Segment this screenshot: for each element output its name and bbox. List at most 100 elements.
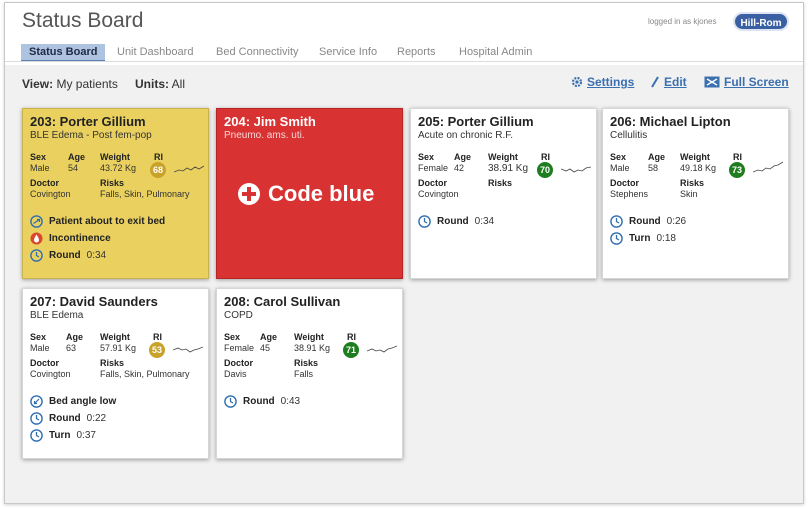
ri-label: RI (541, 152, 550, 162)
clock-icon (224, 395, 237, 408)
ri-trend-sparkline (561, 166, 591, 173)
fullscreen-label: Full Screen (724, 75, 789, 89)
patient-name: 206: Michael Lipton (610, 114, 731, 129)
risks-label: Risks (100, 178, 125, 188)
alert-label: Patient about to exit bed (49, 216, 166, 227)
tab-reports[interactable]: Reports (397, 44, 436, 60)
alert-label: Round (629, 216, 661, 227)
tab-bed-connectivity[interactable]: Bed Connectivity (216, 44, 299, 60)
alert-label: Bed angle low (49, 396, 117, 407)
age-value: 45 (260, 343, 271, 353)
alert-row[interactable]: Round 0:43 (224, 395, 300, 408)
fullscreen-link[interactable]: Full Screen (704, 75, 789, 89)
sex-value: Female (418, 163, 449, 173)
alert-label: Round (49, 250, 81, 261)
patient-card-205[interactable]: 205: Porter Gillium Acute on chronic R.F… (410, 108, 597, 279)
weight-value: 57.91 Kg (100, 343, 137, 353)
patient-card-206[interactable]: 206: Michael Lipton Cellulitis Sex Male … (602, 108, 789, 279)
patient-name: 205: Porter Gillium (418, 114, 534, 129)
units-filter-value: All (171, 77, 186, 91)
medical-cross-icon (238, 183, 260, 205)
alert-time: 0:34 (86, 250, 107, 261)
alert-row[interactable]: Round 0:26 (610, 215, 686, 228)
alert-label: Turn (629, 233, 651, 244)
clock-icon (30, 412, 43, 425)
units-filter-label: Units: (135, 77, 169, 91)
ri-trend-sparkline (174, 165, 204, 173)
risks-label: Risks (294, 358, 319, 368)
alert-row[interactable]: Patient about to exit bed (30, 215, 165, 228)
code-blue-label: Code blue (268, 181, 375, 206)
risks-value: Skin (680, 189, 698, 199)
alert-label: Round (49, 413, 81, 424)
code-blue-alert: Code blue (238, 181, 374, 207)
app-title: Status Board (22, 9, 144, 32)
edit-link[interactable]: Edit (650, 75, 687, 89)
patient-card-204[interactable]: 204: Jim Smith Pneumo. ams. uti. Code bl… (216, 108, 403, 279)
logged-in-user: logged in as kjones (648, 17, 717, 26)
alert-row[interactable]: Turn 0:18 (610, 232, 676, 245)
tab-divider (5, 61, 803, 62)
patient-name: 208: Carol Sullivan (224, 294, 341, 309)
weight-label: Weight (680, 152, 710, 162)
tab-status-board[interactable]: Status Board (21, 44, 106, 62)
patient-card-203[interactable]: 203: Porter Gillium BLE Edema - Post fem… (22, 108, 209, 279)
doctor-value: Covington (30, 369, 71, 379)
patient-diagnosis: COPD (224, 310, 253, 321)
doctor-value: Stephens (610, 189, 649, 199)
alert-label: Incontinence (49, 233, 111, 244)
brand-logo: Hill-Rom (733, 12, 789, 31)
alert-row[interactable]: Round 0:34 (30, 249, 106, 262)
ri-trend-sparkline (367, 345, 397, 353)
patient-diagnosis: BLE Edema (30, 310, 84, 321)
settings-link[interactable]: Settings (571, 75, 634, 89)
weight-value: 38.91 Kg (294, 343, 331, 353)
header: Status Board logged in as kjones Hill-Ro… (5, 3, 803, 65)
age-label: Age (454, 152, 472, 162)
patient-card-208[interactable]: 208: Carol Sullivan COPD Sex Female Age … (216, 288, 403, 459)
alert-label: Turn (49, 430, 71, 441)
alert-row[interactable]: Bed angle low (30, 395, 116, 408)
doctor-value: Covington (30, 189, 71, 199)
weight-label: Weight (294, 332, 324, 342)
alert-row[interactable]: Round 0:22 (30, 412, 106, 425)
alert-time: 0:34 (474, 216, 495, 227)
ri-label: RI (153, 332, 162, 342)
units-filter[interactable]: Units: All (135, 77, 185, 91)
patient-diagnosis: Pneumo. ams. uti. (224, 130, 305, 141)
weight-value: 38.91 Kg (488, 163, 529, 174)
patient-name: 207: David Saunders (30, 294, 158, 309)
alert-time: 0:18 (656, 233, 676, 244)
risks-label: Risks (680, 178, 705, 188)
alert-row[interactable]: Incontinence (30, 232, 111, 245)
sex-value: Male (610, 163, 630, 173)
age-value: 54 (68, 163, 79, 173)
alert-row[interactable]: Turn 0:37 (30, 429, 96, 442)
ri-label: RI (733, 152, 742, 162)
alert-row[interactable]: Round 0:34 (418, 215, 494, 228)
tab-service-info[interactable]: Service Info (319, 44, 377, 60)
weight-label: Weight (100, 332, 130, 342)
risks-value: Falls (294, 369, 314, 379)
pencil-icon (651, 76, 659, 88)
risks-label: Risks (488, 178, 513, 188)
patient-card-207[interactable]: 207: David Saunders BLE Edema Sex Male A… (22, 288, 209, 459)
weight-value: 49.18 Kg (680, 163, 717, 173)
ri-label: RI (154, 152, 163, 162)
sex-value: Male (30, 343, 50, 353)
bed-exit-icon (30, 215, 43, 228)
sex-label: Sex (418, 152, 435, 162)
alert-time: 0:37 (76, 430, 96, 441)
sex-label: Sex (610, 152, 627, 162)
ri-badge: 53 (149, 342, 165, 358)
alert-label: Round (243, 396, 275, 407)
bed-angle-icon (30, 395, 43, 408)
view-filter-value: My patients (56, 77, 118, 91)
risks-value: Falls, Skin, Pulmonary (100, 369, 190, 379)
clock-icon (610, 232, 623, 245)
tab-hospital-admin[interactable]: Hospital Admin (459, 44, 532, 60)
tab-unit-dashboard[interactable]: Unit Dashboard (117, 44, 193, 60)
sex-label: Sex (224, 332, 241, 342)
view-filter[interactable]: View: My patients (22, 77, 118, 91)
edit-label: Edit (664, 75, 687, 89)
